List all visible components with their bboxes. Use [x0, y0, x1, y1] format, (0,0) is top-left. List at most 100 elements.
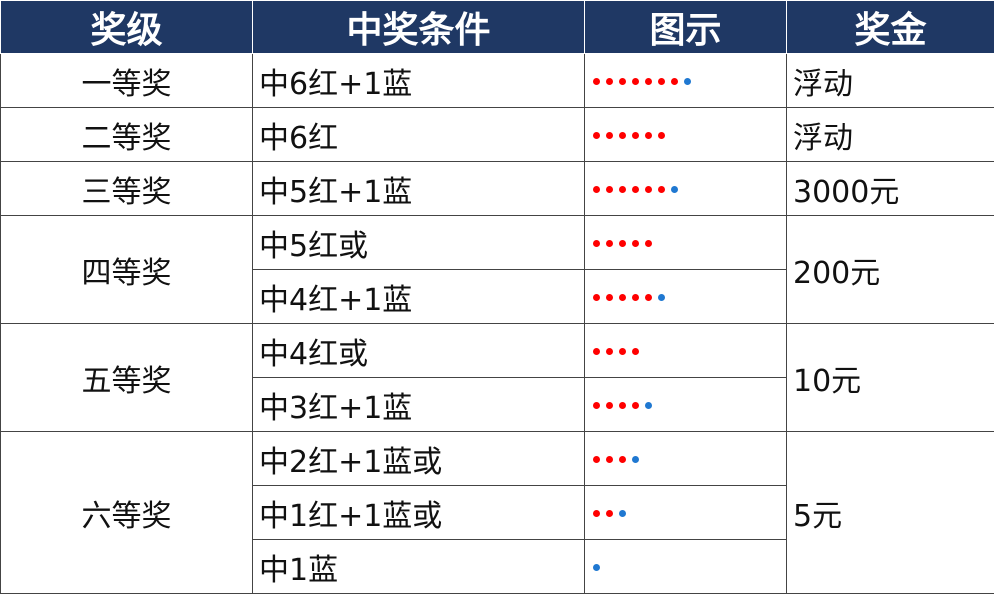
red-ball-icon [619, 240, 626, 247]
condition-cell: 中1蓝 [253, 540, 585, 594]
red-ball-icon [606, 294, 613, 301]
ball-diagram [585, 432, 787, 486]
red-ball-icon [658, 132, 665, 139]
red-ball-icon [606, 510, 613, 517]
red-ball-icon [593, 402, 600, 409]
ball-dots [593, 294, 665, 301]
level-cell: 二等奖 [1, 108, 253, 162]
ball-diagram [585, 216, 787, 270]
table-row: 六等奖 中2红+1蓝或 5元 [1, 432, 994, 486]
header-prize: 奖金 [787, 1, 994, 54]
red-ball-icon [658, 78, 665, 85]
ball-diagram [585, 270, 787, 324]
red-ball-icon [606, 132, 613, 139]
prize-cell: 10元 [787, 324, 994, 432]
red-ball-icon [632, 240, 639, 247]
red-ball-icon [619, 132, 626, 139]
condition-cell: 中6红 [253, 108, 585, 162]
ball-diagram [585, 54, 787, 108]
blue-ball-icon [632, 456, 639, 463]
level-cell: 五等奖 [1, 324, 253, 432]
red-ball-icon [658, 186, 665, 193]
condition-cell: 中5红或 [253, 216, 585, 270]
blue-ball-icon [684, 78, 691, 85]
red-ball-icon [593, 240, 600, 247]
header-level: 奖级 [1, 1, 253, 54]
level-cell: 一等奖 [1, 54, 253, 108]
condition-cell: 中1红+1蓝或 [253, 486, 585, 540]
red-ball-icon [593, 294, 600, 301]
prize-cell: 浮动 [787, 54, 994, 108]
condition-cell: 中5红+1蓝 [253, 162, 585, 216]
red-ball-icon [593, 186, 600, 193]
ball-dots [593, 132, 665, 139]
ball-diagram [585, 324, 787, 378]
blue-ball-icon [593, 564, 600, 571]
red-ball-icon [619, 186, 626, 193]
prize-table: 奖级 中奖条件 图示 奖金 一等奖 中6红+1蓝 浮动 二等奖 中6红 浮动 三… [0, 0, 994, 594]
condition-cell: 中3红+1蓝 [253, 378, 585, 432]
ball-diagram [585, 378, 787, 432]
red-ball-icon [619, 456, 626, 463]
red-ball-icon [593, 348, 600, 355]
red-ball-icon [645, 186, 652, 193]
condition-cell: 中4红或 [253, 324, 585, 378]
level-cell: 六等奖 [1, 432, 253, 594]
ball-dots [593, 78, 691, 85]
red-ball-icon [619, 348, 626, 355]
ball-diagram [585, 540, 787, 594]
level-cell: 四等奖 [1, 216, 253, 324]
red-ball-icon [671, 78, 678, 85]
blue-ball-icon [645, 402, 652, 409]
table-row: 一等奖 中6红+1蓝 浮动 [1, 54, 994, 108]
red-ball-icon [606, 240, 613, 247]
red-ball-icon [645, 132, 652, 139]
red-ball-icon [606, 78, 613, 85]
ball-dots [593, 240, 652, 247]
table-row: 五等奖 中4红或 10元 [1, 324, 994, 378]
ball-diagram [585, 108, 787, 162]
ball-dots [593, 402, 652, 409]
red-ball-icon [593, 132, 600, 139]
blue-ball-icon [658, 294, 665, 301]
ball-dots [593, 186, 678, 193]
red-ball-icon [632, 294, 639, 301]
ball-diagram [585, 162, 787, 216]
red-ball-icon [632, 186, 639, 193]
red-ball-icon [632, 348, 639, 355]
ball-dots [593, 456, 639, 463]
ball-dots [593, 564, 600, 571]
header-row: 奖级 中奖条件 图示 奖金 [1, 1, 994, 54]
red-ball-icon [645, 294, 652, 301]
blue-ball-icon [619, 510, 626, 517]
table-row: 四等奖 中5红或 200元 [1, 216, 994, 270]
prize-cell: 5元 [787, 432, 994, 594]
condition-cell: 中4红+1蓝 [253, 270, 585, 324]
red-ball-icon [632, 402, 639, 409]
red-ball-icon [606, 402, 613, 409]
header-diagram: 图示 [585, 1, 787, 54]
prize-cell: 200元 [787, 216, 994, 324]
red-ball-icon [619, 294, 626, 301]
ball-diagram [585, 486, 787, 540]
red-ball-icon [593, 510, 600, 517]
red-ball-icon [645, 240, 652, 247]
red-ball-icon [619, 78, 626, 85]
header-condition: 中奖条件 [253, 1, 585, 54]
red-ball-icon [619, 402, 626, 409]
ball-dots [593, 510, 626, 517]
condition-cell: 中6红+1蓝 [253, 54, 585, 108]
red-ball-icon [632, 78, 639, 85]
blue-ball-icon [671, 186, 678, 193]
table-row: 三等奖 中5红+1蓝 3000元 [1, 162, 994, 216]
level-cell: 三等奖 [1, 162, 253, 216]
red-ball-icon [606, 186, 613, 193]
red-ball-icon [606, 456, 613, 463]
condition-cell: 中2红+1蓝或 [253, 432, 585, 486]
red-ball-icon [606, 348, 613, 355]
table-row: 二等奖 中6红 浮动 [1, 108, 994, 162]
red-ball-icon [593, 456, 600, 463]
red-ball-icon [632, 132, 639, 139]
prize-cell: 3000元 [787, 162, 994, 216]
ball-dots [593, 348, 639, 355]
